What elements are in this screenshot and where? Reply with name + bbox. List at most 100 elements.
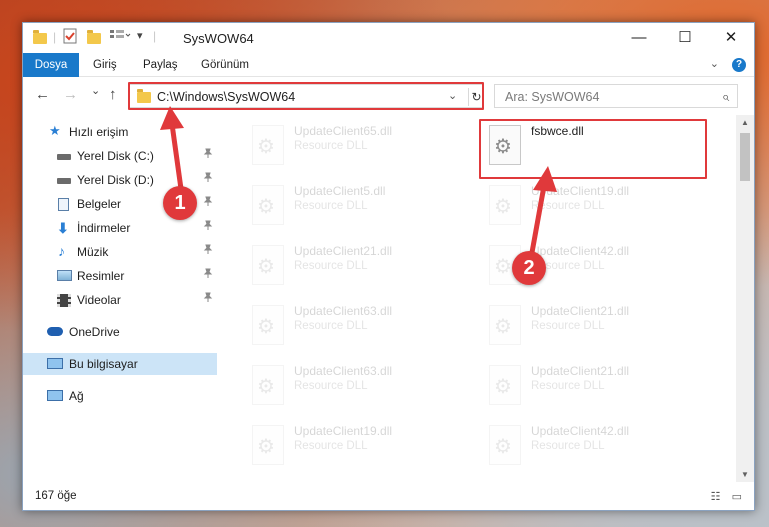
vertical-scrollbar[interactable]: ▲ ▼ xyxy=(736,115,754,482)
gear-icon: ⚙ xyxy=(257,436,275,458)
file-type: Resource DLL xyxy=(294,320,368,332)
sidebar-item-label: Müzik xyxy=(77,245,109,259)
gear-icon: ⚙ xyxy=(257,376,275,398)
list-item[interactable]: ⚙ UpdateClient21.dll Resource DLL xyxy=(483,301,713,357)
help-icon[interactable]: ? xyxy=(732,58,746,72)
details-view-icon[interactable]: ☷ xyxy=(711,491,721,503)
sidebar-item-downloads[interactable]: ⬇ İndirmeler xyxy=(23,217,217,239)
forward-arrow-icon[interactable]: → xyxy=(63,86,78,103)
list-item[interactable]: ⚙ UpdateClient63.dll Resource DLL xyxy=(246,301,476,357)
folder-icon xyxy=(33,30,47,47)
item-count: 167 öğe xyxy=(35,490,77,502)
file-type: Resource DLL xyxy=(294,440,368,452)
pictures-icon xyxy=(57,270,72,281)
sidebar-item-quick-access[interactable]: ★ Hızlı erişim xyxy=(23,121,217,143)
back-arrow-icon[interactable]: ← xyxy=(35,86,50,103)
file-name: UpdateClient19.dll xyxy=(531,184,630,198)
dll-file-icon: ⚙ xyxy=(489,305,521,345)
dll-file-icon: ⚙ xyxy=(252,125,284,165)
ribbon-collapse-icon[interactable]: ⌄ xyxy=(710,58,719,70)
title-bar: | ▾ | SysWOW64 — ☐ ✕ xyxy=(23,23,754,53)
sidebar-item-pictures[interactable]: Resimler xyxy=(23,265,217,287)
file-name: UpdateClient5.dll xyxy=(294,184,386,198)
customize-toolbar-icon[interactable]: ▾ xyxy=(137,29,143,45)
documents-icon xyxy=(58,198,69,211)
up-arrow-icon[interactable]: ↑ xyxy=(109,86,117,103)
pin-icon[interactable] xyxy=(203,265,213,287)
sidebar-item-label: Resimler xyxy=(77,269,125,283)
tab-file[interactable]: Dosya xyxy=(23,53,79,77)
window-title: SysWOW64 xyxy=(183,31,254,46)
pin-icon[interactable] xyxy=(203,169,213,191)
sidebar-item-label: Hızlı erişim xyxy=(69,125,129,139)
sidebar-item-videos[interactable]: Videolar xyxy=(23,289,217,311)
close-button[interactable]: ✕ xyxy=(708,23,754,53)
videos-icon xyxy=(57,294,71,307)
view-options-icon[interactable] xyxy=(109,29,131,45)
pin-icon[interactable] xyxy=(203,145,213,167)
file-type: Resource DLL xyxy=(531,200,605,212)
scroll-up-icon[interactable]: ▲ xyxy=(736,118,754,127)
pin-icon[interactable] xyxy=(203,217,213,239)
file-name: UpdateClient42.dll xyxy=(531,244,630,258)
gear-icon: ⚙ xyxy=(494,256,512,278)
computer-icon xyxy=(47,358,63,369)
sidebar-item-this-pc[interactable]: Bu bilgisayar xyxy=(23,353,217,375)
tab-share[interactable]: Paylaş xyxy=(143,53,178,77)
gear-icon: ⚙ xyxy=(257,256,275,278)
sidebar-item-label: OneDrive xyxy=(69,325,120,339)
sidebar-item-music[interactable]: ♪ Müzik xyxy=(23,241,217,263)
list-item[interactable]: ⚙ UpdateClient19.dll Resource DLL xyxy=(483,181,713,237)
tab-home[interactable]: Giriş xyxy=(93,53,117,77)
sidebar-item-label: Belgeler xyxy=(77,197,122,211)
tiles-view-icon[interactable]: ▭ xyxy=(732,491,742,503)
list-item[interactable]: ⚙ UpdateClient5.dll Resource DLL xyxy=(246,181,476,237)
file-name: UpdateClient65.dll xyxy=(294,124,393,138)
file-name: UpdateClient21.dll xyxy=(531,304,630,318)
file-name: UpdateClient19.dll xyxy=(294,424,393,438)
list-item[interactable]: ⚙ UpdateClient21.dll Resource DLL xyxy=(246,241,476,297)
properties-icon[interactable] xyxy=(63,28,77,44)
search-input[interactable]: Ara: SysWOW64 ⌕ xyxy=(494,84,738,108)
recent-locations-icon[interactable]: ⌄ xyxy=(91,84,100,97)
download-icon: ⬇ xyxy=(57,220,69,236)
drive-icon xyxy=(57,154,71,160)
sidebar-item-local-disk-c[interactable]: Yerel Disk (C:) xyxy=(23,145,217,167)
dll-file-icon: ⚙ xyxy=(252,425,284,465)
gear-icon: ⚙ xyxy=(257,316,275,338)
sidebar-item-network[interactable]: Ağ xyxy=(23,385,217,407)
list-item[interactable]: ⚙ UpdateClient21.dll Resource DLL xyxy=(483,361,713,417)
separator: | xyxy=(153,29,157,43)
file-highlight-box xyxy=(479,119,707,179)
scrollbar-thumb[interactable] xyxy=(740,133,750,181)
sidebar-item-label: Bu bilgisayar xyxy=(69,357,138,371)
sidebar-item-label: Videolar xyxy=(77,293,121,307)
list-item[interactable]: ⚙ UpdateClient19.dll Resource DLL xyxy=(246,421,476,477)
list-item[interactable]: ⚙ UpdateClient65.dll Resource DLL xyxy=(246,121,476,177)
file-name: UpdateClient21.dll xyxy=(531,364,630,378)
list-item[interactable]: ⚙ UpdateClient63.dll Resource DLL xyxy=(246,361,476,417)
new-folder-icon[interactable] xyxy=(87,30,101,47)
star-icon: ★ xyxy=(49,123,61,138)
file-name: UpdateClient21.dll xyxy=(294,244,393,258)
network-icon xyxy=(47,390,63,401)
pin-icon[interactable] xyxy=(203,193,213,215)
pin-icon[interactable] xyxy=(203,241,213,263)
maximize-button[interactable]: ☐ xyxy=(662,23,708,53)
file-type: Resource DLL xyxy=(294,260,368,272)
file-name: UpdateClient63.dll xyxy=(294,304,393,318)
file-type: Resource DLL xyxy=(531,320,605,332)
list-item[interactable]: ⚙ UpdateClient42.dll Resource DLL xyxy=(483,421,713,477)
sidebar-item-onedrive[interactable]: OneDrive xyxy=(23,321,217,343)
dll-file-icon: ⚙ xyxy=(252,305,284,345)
file-type: Resource DLL xyxy=(531,440,605,452)
gear-icon: ⚙ xyxy=(257,196,275,218)
minimize-button[interactable]: — xyxy=(616,23,662,53)
scroll-down-icon[interactable]: ▼ xyxy=(736,470,754,479)
pin-icon[interactable] xyxy=(203,289,213,311)
search-icon[interactable]: ⌕ xyxy=(722,89,729,105)
dll-file-icon: ⚙ xyxy=(489,365,521,405)
tab-view[interactable]: Görünüm xyxy=(201,53,249,77)
ribbon-tabs: Dosya Giriş Paylaş Görünüm ⌄ ? xyxy=(23,53,754,77)
sidebar-item-label: Ağ xyxy=(69,389,84,403)
